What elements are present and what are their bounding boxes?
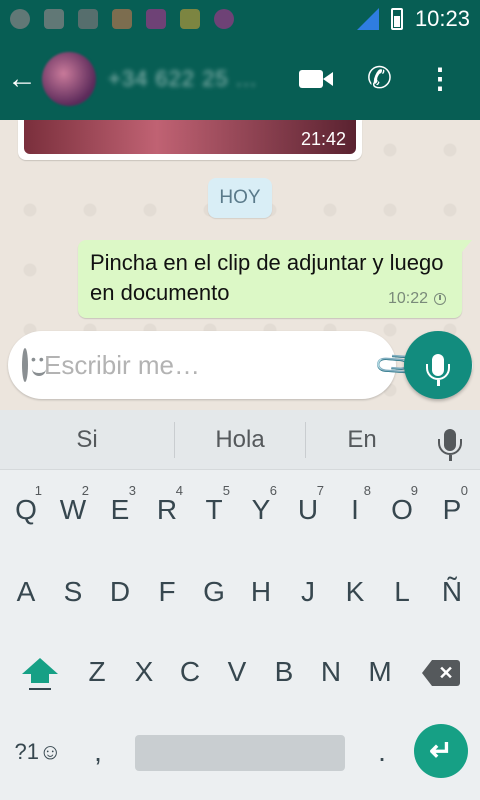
notification-icon — [78, 9, 98, 29]
suggestion-strip: Si Hola En — [0, 410, 480, 470]
contact-name[interactable]: +34 622 25 ... — [108, 66, 257, 92]
backspace-icon[interactable]: ✕ — [422, 660, 460, 686]
chat-header: ← +34 622 25 ... ✆ ⋮ — [0, 38, 480, 120]
app-notification-icon — [180, 9, 200, 29]
voice-input-icon[interactable] — [438, 428, 462, 461]
microphone-icon — [426, 354, 450, 386]
image-thumbnail[interactable]: 21:42 — [24, 120, 356, 154]
emoji-icon[interactable] — [22, 348, 47, 382]
suggestion-si[interactable]: Si — [0, 426, 174, 454]
keyboard: Si Hola En 1Q 2W 3E 4R 5T 6Y 7U 8I 9O 0P… — [0, 410, 480, 800]
key-b[interactable]: B — [264, 642, 304, 702]
key-f[interactable]: F — [147, 562, 187, 622]
app-notification-icon — [112, 9, 132, 29]
key-enye[interactable]: Ñ — [432, 562, 472, 622]
suggestion-en[interactable]: En — [306, 426, 418, 454]
message-time: 21:42 — [300, 129, 346, 149]
symbols-key[interactable]: ?1☺ — [8, 722, 68, 782]
back-arrow-icon[interactable]: ← — [2, 62, 42, 96]
voice-call-icon[interactable]: ✆ — [367, 64, 392, 94]
space-bar[interactable] — [135, 735, 345, 771]
key-c[interactable]: C — [170, 642, 210, 702]
key-q[interactable]: 1Q — [6, 480, 46, 540]
wrench-icon — [44, 9, 64, 29]
key-y[interactable]: 6Y — [241, 480, 281, 540]
date-chip: HOY — [208, 178, 272, 218]
key-p[interactable]: 0P — [432, 480, 472, 540]
key-s[interactable]: S — [53, 562, 93, 622]
key-k[interactable]: K — [335, 562, 375, 622]
key-period[interactable]: . — [362, 722, 402, 782]
enter-key[interactable]: ↵ — [414, 724, 468, 778]
battery-icon — [390, 8, 403, 30]
avatar[interactable] — [42, 52, 96, 106]
key-e[interactable]: 3E — [100, 480, 140, 540]
key-w[interactable]: 2W — [53, 480, 93, 540]
keyboard-row-3: Z X C V B N M ✕ — [0, 642, 480, 702]
message-time: 10:22 — [387, 290, 428, 307]
key-h[interactable]: H — [241, 562, 281, 622]
more-options-icon[interactable]: ⋮ — [426, 65, 454, 93]
globe-icon — [10, 9, 30, 29]
key-i[interactable]: 8I — [335, 480, 375, 540]
key-comma[interactable]: , — [78, 722, 118, 782]
key-t[interactable]: 5T — [194, 480, 234, 540]
signal-icon — [356, 8, 379, 30]
video-call-icon[interactable] — [298, 68, 333, 90]
key-v[interactable]: V — [217, 642, 257, 702]
key-j[interactable]: J — [288, 562, 328, 622]
suggestion-hola[interactable]: Hola — [175, 426, 305, 454]
key-d[interactable]: D — [100, 562, 140, 622]
key-a[interactable]: A — [6, 562, 46, 622]
key-r[interactable]: 4R — [147, 480, 187, 540]
status-bar: 10:23 — [0, 0, 480, 38]
key-g[interactable]: G — [194, 562, 234, 622]
keyboard-row-1: 1Q 2W 3E 4R 5T 6Y 7U 8I 9O 0P — [0, 480, 480, 540]
key-z[interactable]: Z — [77, 642, 117, 702]
keyboard-row-4: ?1☺ , . ↵ — [0, 722, 480, 782]
key-l[interactable]: L — [382, 562, 422, 622]
key-x[interactable]: X — [124, 642, 164, 702]
outgoing-message[interactable]: Pincha en el clip de adjuntar y luego en… — [78, 240, 472, 318]
message-composer: 📎 — [8, 331, 473, 399]
key-u[interactable]: 7U — [288, 480, 328, 540]
message-input[interactable] — [44, 349, 379, 381]
key-o[interactable]: 9O — [382, 480, 422, 540]
keyboard-row-2: A S D F G H J K L Ñ — [0, 562, 480, 622]
pending-clock-icon — [434, 293, 446, 305]
key-m[interactable]: M — [360, 642, 400, 702]
shift-icon[interactable] — [20, 642, 60, 702]
image-message[interactable]: 21:42 — [18, 120, 362, 160]
app-notification-icon — [146, 9, 166, 29]
status-time: 10:23 — [414, 6, 470, 31]
voice-record-button[interactable] — [404, 331, 472, 399]
app-notification-icon — [214, 9, 234, 29]
key-n[interactable]: N — [311, 642, 351, 702]
